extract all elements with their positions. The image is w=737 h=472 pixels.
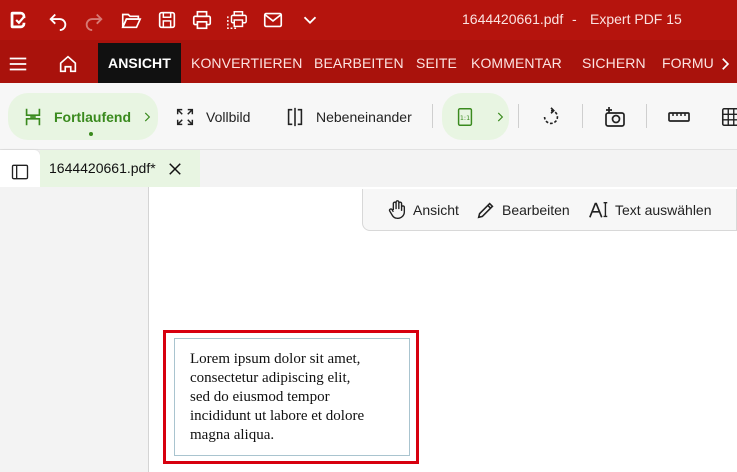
save-icon[interactable] xyxy=(153,6,181,34)
tab-konvertieren[interactable]: KONVERTIEREN xyxy=(191,43,302,83)
actual-size-more-chevron[interactable] xyxy=(493,83,507,150)
fullscreen-button[interactable]: Vollbild xyxy=(172,83,250,150)
view-toolbar: Fortlaufend Vollbild Nebeneinander 1:1 xyxy=(0,83,737,150)
toolbar-separator xyxy=(582,104,583,128)
grid-button[interactable] xyxy=(718,83,737,150)
text-line: magna aliqua. xyxy=(190,427,275,443)
toolbar-separator xyxy=(518,104,519,128)
window-filename: 1644420661.pdf xyxy=(462,11,564,27)
document-gutter xyxy=(0,187,148,472)
text-box[interactable]: Lorem ipsum dolor sit amet, consectetur … xyxy=(174,338,410,456)
redo-icon[interactable] xyxy=(80,6,108,34)
text-line: consectetur adipiscing elit, xyxy=(190,370,351,386)
side-by-side-button[interactable]: Nebeneinander xyxy=(282,83,412,150)
customize-quick-access-chevron-icon[interactable] xyxy=(296,6,324,34)
fullscreen-label: Vollbild xyxy=(206,108,251,125)
toolbar-separator xyxy=(432,104,433,128)
title-bar: 1644420661.pdf - Expert PDF 15 xyxy=(0,0,737,40)
mail-icon[interactable] xyxy=(259,6,287,34)
fullscreen-icon xyxy=(172,104,198,130)
app-logo-icon xyxy=(4,6,32,34)
tab-formular[interactable]: FORMU xyxy=(662,43,714,83)
toggle-sidebar-button[interactable] xyxy=(6,158,34,186)
window-app-name: Expert PDF 15 xyxy=(590,11,682,27)
continuous-button[interactable]: Fortlaufend xyxy=(20,83,131,150)
document-tab-label: 1644420661.pdf* xyxy=(49,160,156,176)
highlighted-text-frame: Lorem ipsum dolor sit amet, consectetur … xyxy=(163,330,419,464)
continuous-more-chevron[interactable] xyxy=(140,83,154,150)
title-separator: - xyxy=(572,11,577,27)
grid-icon xyxy=(718,104,737,130)
continuous-scroll-icon xyxy=(20,104,46,130)
snapshot-button[interactable] xyxy=(602,83,636,150)
tab-sichern[interactable]: SICHERN xyxy=(582,43,646,83)
text-line: Lorem ipsum dolor sit amet, xyxy=(190,351,361,367)
camera-add-icon xyxy=(602,104,628,130)
open-folder-icon[interactable] xyxy=(117,6,145,34)
interaction-mode-bar: Ansicht Bearbeiten Text auswählen xyxy=(362,189,737,231)
view-mode-label: Ansicht xyxy=(413,202,459,218)
print-multiple-icon[interactable] xyxy=(223,6,251,34)
app-window: 1644420661.pdf - Expert PDF 15 ANSICHT K… xyxy=(0,0,737,472)
continuous-label: Fortlaufend xyxy=(54,108,131,125)
tab-ansicht[interactable]: ANSICHT xyxy=(98,43,181,83)
print-icon[interactable] xyxy=(188,6,216,34)
tab-seite[interactable]: SEITE xyxy=(416,43,457,83)
side-by-side-label: Nebeneinander xyxy=(316,108,412,125)
text-line: incididunt ut labore et dolore xyxy=(190,408,365,424)
svg-text:1:1: 1:1 xyxy=(460,113,470,121)
edit-mode-button[interactable]: Bearbeiten xyxy=(474,189,570,231)
pencil-icon xyxy=(474,198,498,222)
tab-bearbeiten[interactable]: BEARBEITEN xyxy=(314,43,404,83)
edit-mode-label: Bearbeiten xyxy=(502,202,570,218)
undo-icon[interactable] xyxy=(44,6,72,34)
tab-kommentar[interactable]: KOMMENTAR xyxy=(471,43,562,83)
select-text-mode-label: Text auswählen xyxy=(615,202,712,218)
chevron-right-icon xyxy=(144,112,151,121)
actual-size-button[interactable]: 1:1 xyxy=(452,83,486,150)
tabs-scroll-right-icon[interactable] xyxy=(713,52,737,76)
select-text-mode-button[interactable]: Text auswählen xyxy=(587,189,712,231)
close-icon xyxy=(169,163,181,175)
active-indicator-dot xyxy=(89,132,93,136)
view-mode-button[interactable]: Ansicht xyxy=(385,189,459,231)
measure-button[interactable] xyxy=(666,83,700,150)
ruler-icon xyxy=(666,104,692,130)
actual-size-icon: 1:1 xyxy=(452,104,478,130)
rotate-icon xyxy=(538,104,564,130)
text-cursor-icon xyxy=(587,198,611,222)
chevron-right-icon xyxy=(497,112,504,121)
close-tab-button[interactable] xyxy=(164,158,186,180)
ribbon-tabs: ANSICHT KONVERTIEREN BEARBEITEN SEITE KO… xyxy=(0,40,737,83)
rotate-button[interactable] xyxy=(538,83,572,150)
side-by-side-icon xyxy=(282,104,308,130)
sidebar-icon xyxy=(11,164,29,180)
hamburger-menu-icon[interactable] xyxy=(6,52,30,76)
toolbar-separator xyxy=(646,104,647,128)
text-line: sed do eiusmod tempor xyxy=(190,389,330,405)
hand-icon xyxy=(385,198,409,222)
text-box-content: Lorem ipsum dolor sit amet, consectetur … xyxy=(190,350,410,445)
home-icon[interactable] xyxy=(56,52,80,76)
document-tab[interactable]: 1644420661.pdf* xyxy=(40,150,200,187)
